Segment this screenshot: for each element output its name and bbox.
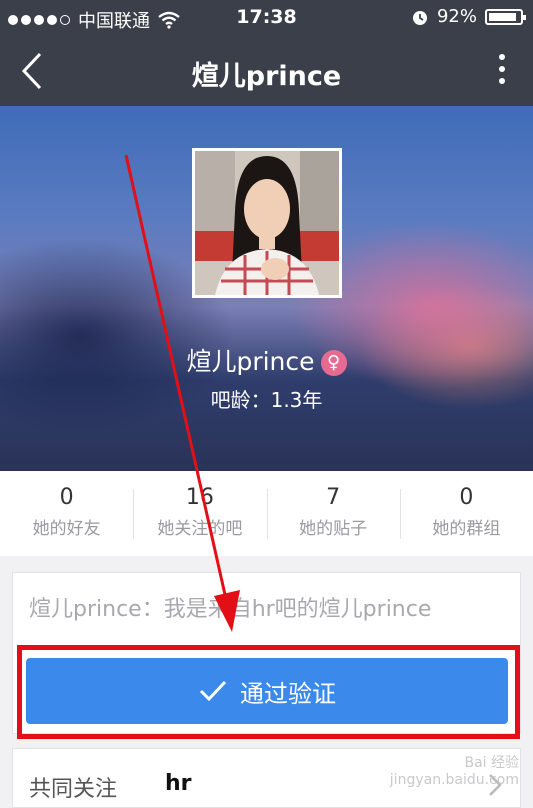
- approve-button[interactable]: 通过验证: [26, 658, 508, 724]
- stat-label: 她关注的吧: [157, 519, 243, 539]
- stat-value: 0: [459, 485, 474, 510]
- stat-label: 她的好友: [32, 519, 101, 539]
- profile-header: 煊儿prince ♀ 吧龄：1.3年: [0, 106, 533, 471]
- stat-label: 她的群组: [432, 519, 501, 539]
- stat-friends[interactable]: 0 她的好友: [0, 471, 133, 556]
- approve-button-label: 通过验证: [240, 679, 336, 708]
- profile-name-row: 煊儿prince ♀: [0, 342, 533, 378]
- watermark-line1: Bai 经验: [464, 755, 519, 771]
- common-follow-value: hr: [165, 771, 192, 796]
- stat-value: 16: [185, 485, 214, 510]
- page-title: 煊儿prince: [191, 61, 342, 92]
- stat-posts[interactable]: 7 她的贴子: [266, 471, 400, 556]
- bar-age: 吧龄：1.3年: [210, 388, 323, 412]
- status-bar: 中国联通 17:38 92%: [0, 0, 533, 36]
- watermark: Bai 经验 jingyan.baidu.com: [390, 752, 519, 788]
- stat-groups[interactable]: 0 她的群组: [399, 471, 533, 556]
- avatar-photo: [195, 151, 339, 295]
- request-message: 煊儿prince：我是来自hr吧的煊儿prince: [29, 597, 432, 622]
- profile-name: 煊儿prince: [186, 347, 315, 376]
- stats-bar: 0 她的好友 16 她关注的吧 7 她的贴子 0 她的群组: [0, 471, 533, 556]
- stat-value: 0: [59, 485, 74, 510]
- female-icon: ♀: [320, 350, 347, 376]
- watermark-line2: jingyan.baidu.com: [389, 772, 519, 788]
- more-options-button[interactable]: [499, 54, 505, 84]
- stat-label: 她的贴子: [299, 519, 368, 539]
- stat-followed-bars[interactable]: 16 她关注的吧: [133, 471, 266, 556]
- battery-percent: 92%: [436, 6, 477, 27]
- avatar[interactable]: [192, 148, 342, 298]
- battery-icon: [485, 8, 526, 25]
- stat-value: 7: [326, 485, 341, 510]
- alarm-icon: [412, 10, 427, 25]
- nav-bar: 煊儿prince: [0, 36, 533, 106]
- common-follow-label: 共同关注: [29, 777, 118, 802]
- checkmark-icon: [199, 680, 227, 702]
